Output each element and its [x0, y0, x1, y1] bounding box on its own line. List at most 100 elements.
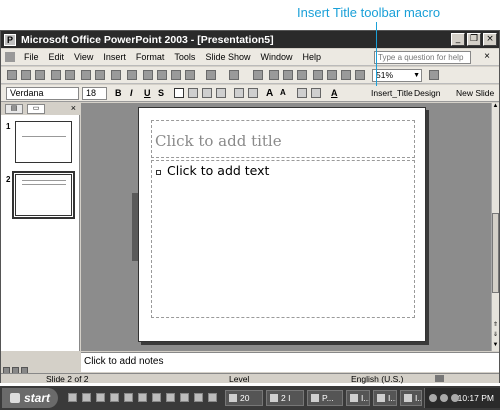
taskbar-button[interactable]: 20 [225, 390, 263, 406]
scroll-down-icon[interactable]: ▼ [492, 342, 499, 348]
show-formatting-icon[interactable] [327, 70, 337, 80]
scroll-thumb[interactable] [492, 213, 499, 293]
help-search-input[interactable]: Type a question for help [374, 51, 471, 64]
research-icon[interactable] [127, 70, 137, 80]
slide-canvas[interactable]: Click to add title Click to add text [138, 107, 426, 342]
increase-indent-icon[interactable] [311, 88, 321, 98]
menu-edit[interactable]: Edit [44, 52, 70, 62]
italic-button[interactable]: I [130, 88, 133, 98]
tab-slides[interactable]: ▭ [27, 104, 45, 114]
bold-button[interactable]: B [115, 88, 122, 98]
title-bar[interactable]: P Microsoft Office PowerPoint 2003 - [Pr… [1, 31, 499, 48]
copy-icon[interactable] [157, 70, 167, 80]
powerpoint-app-icon[interactable]: P [4, 33, 16, 46]
menu-window[interactable]: Window [255, 52, 297, 62]
design-button[interactable]: Design [414, 88, 440, 98]
zoom-select[interactable]: 51% ▼ [372, 69, 422, 82]
numbering-icon[interactable] [234, 88, 244, 98]
align-right-icon[interactable] [202, 88, 212, 98]
quicklaunch-icon[interactable] [208, 393, 217, 402]
close-panel-icon[interactable]: × [71, 103, 76, 113]
tray-icon[interactable] [440, 394, 448, 402]
quicklaunch-icon[interactable] [124, 393, 133, 402]
quicklaunch-word-icon[interactable] [68, 393, 77, 402]
align-center-icon[interactable] [188, 88, 198, 98]
close-icon[interactable]: × [483, 33, 497, 46]
undo-icon[interactable] [206, 70, 216, 80]
color-grayscale-icon[interactable] [355, 70, 365, 80]
align-left-icon[interactable] [174, 88, 184, 98]
print-icon[interactable] [81, 70, 91, 80]
quicklaunch-icon[interactable] [180, 393, 189, 402]
body-placeholder[interactable]: Click to add text [151, 160, 415, 318]
previous-slide-icon[interactable]: ⇑ [492, 321, 499, 328]
menu-view[interactable]: View [69, 52, 98, 62]
format-painter-icon[interactable] [185, 70, 195, 80]
start-button[interactable]: start [2, 388, 58, 408]
font-select[interactable]: Verdana [6, 87, 79, 100]
tray-icon[interactable] [429, 394, 437, 402]
save-icon[interactable] [35, 70, 45, 80]
bullets-icon[interactable] [248, 88, 258, 98]
taskbar-button[interactable]: 2 I [266, 390, 304, 406]
shadow-button[interactable]: S [158, 88, 164, 98]
insert-chart-icon[interactable] [297, 70, 307, 80]
minimize-icon[interactable]: _ [451, 33, 465, 46]
quicklaunch-icon[interactable] [166, 393, 175, 402]
cut-icon[interactable] [143, 70, 153, 80]
paste-icon[interactable] [171, 70, 181, 80]
menu-tools[interactable]: Tools [169, 52, 200, 62]
vertical-scrollbar[interactable]: ▲ ⇑ ⇓ ▼ [491, 103, 499, 351]
quicklaunch-icon[interactable] [152, 393, 161, 402]
taskbar-button[interactable]: I... [400, 390, 422, 406]
decrease-indent-icon[interactable] [297, 88, 307, 98]
redo-icon[interactable] [229, 70, 239, 80]
taskbar-button[interactable]: P... [307, 390, 343, 406]
menu-insert[interactable]: Insert [98, 52, 131, 62]
title-placeholder-text: Click to add title [155, 132, 282, 150]
title-placeholder[interactable]: Click to add title [151, 120, 415, 158]
email-icon[interactable] [65, 70, 75, 80]
close-document-icon[interactable]: × [481, 51, 493, 63]
quicklaunch-icon[interactable] [110, 393, 119, 402]
hyperlink-icon[interactable] [253, 70, 263, 80]
show-grid-icon[interactable] [341, 70, 351, 80]
quicklaunch-icon[interactable] [82, 393, 91, 402]
font-color-button[interactable]: A [331, 88, 338, 98]
permission-icon[interactable] [51, 70, 61, 80]
increase-font-button[interactable]: A [266, 88, 273, 99]
next-slide-icon[interactable]: ⇓ [492, 331, 499, 338]
font-size-select[interactable]: 18 [82, 87, 107, 100]
powerpoint-window: P Microsoft Office PowerPoint 2003 - [Pr… [0, 30, 500, 384]
print-preview-icon[interactable] [95, 70, 105, 80]
decrease-font-button[interactable]: A [280, 88, 286, 97]
quicklaunch-icon[interactable] [138, 393, 147, 402]
underline-button[interactable]: U [144, 88, 151, 98]
restore-icon[interactable]: ❐ [467, 33, 481, 46]
slide-thumbnail-1[interactable] [15, 121, 72, 163]
new-slide-button[interactable]: New Slide [456, 88, 494, 98]
insert-title-macro-button[interactable]: Insert_Title [371, 88, 413, 98]
quicklaunch-icon[interactable] [194, 393, 203, 402]
menu-file[interactable]: File [19, 52, 44, 62]
open-icon[interactable] [21, 70, 31, 80]
menu-format[interactable]: Format [131, 52, 170, 62]
menu-help[interactable]: Help [297, 52, 326, 62]
spelling-icon[interactable] [111, 70, 121, 80]
scroll-up-icon[interactable]: ▲ [492, 103, 499, 109]
thumb-body-line [22, 184, 66, 185]
taskbar-button[interactable]: I... [346, 390, 370, 406]
insert-table-icon[interactable] [283, 70, 293, 80]
tables-borders-icon[interactable] [269, 70, 279, 80]
justify-icon[interactable] [216, 88, 226, 98]
document-icon[interactable] [5, 52, 15, 62]
help-icon[interactable] [429, 70, 439, 80]
taskbar-button[interactable]: I... [373, 390, 397, 406]
quicklaunch-icon[interactable] [96, 393, 105, 402]
new-icon[interactable] [7, 70, 17, 80]
notes-pane[interactable]: Click to add notes [81, 352, 499, 372]
menu-slide-show[interactable]: Slide Show [200, 52, 255, 62]
expand-all-icon[interactable] [313, 70, 323, 80]
slide-thumbnail-2[interactable] [12, 171, 75, 219]
tab-outline[interactable]: ▤ [5, 104, 23, 114]
